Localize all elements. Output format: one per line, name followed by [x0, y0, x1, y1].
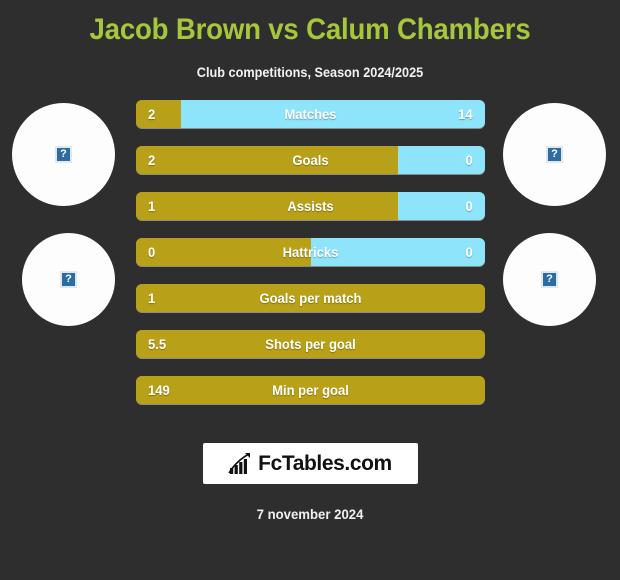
- page-footer: FcTables.com 7 november 2024: [0, 443, 620, 522]
- broken-image-icon: ?: [60, 271, 77, 288]
- stat-label: Assists: [287, 198, 334, 214]
- stat-label: Goals per match: [259, 290, 362, 306]
- stat-bar-row: 1 Assists 0: [136, 192, 485, 220]
- stat-label: Hattricks: [282, 244, 339, 260]
- broken-image-icon: ?: [541, 271, 558, 288]
- stat-bar-list: 2 Matches 14 2 Goals 0 1 Assists 0 0 Hattricks 0 1 Go…: [136, 100, 485, 422]
- stat-label: Goals: [292, 152, 329, 168]
- page-subtitle: Club competitions, Season 2024/2025: [196, 65, 424, 80]
- stat-value-away: 0: [465, 244, 473, 260]
- comparison-stage: ? ? ? ? 2 Matches 14 2 Goals 0 1 Assists 0 0 Hattr…: [0, 100, 620, 420]
- avatar-home-bottom: ?: [22, 233, 115, 326]
- stat-label: Shots per goal: [265, 336, 356, 352]
- avatar-home-top: ?: [12, 103, 115, 206]
- fctables-logo[interactable]: FcTables.com: [202, 443, 418, 484]
- stat-bar-row: 5.5 Shots per goal: [136, 330, 485, 358]
- stat-value-away: 0: [465, 152, 473, 168]
- stat-label: Matches: [284, 106, 337, 122]
- stat-value-away: 0: [465, 198, 473, 214]
- logo-text: FcTables.com: [258, 452, 392, 475]
- stat-bar-row: 2 Matches 14: [136, 100, 485, 128]
- stat-bar-row: 0 Hattricks 0: [136, 238, 485, 266]
- page-title: Jacob Brown vs Calum Chambers: [89, 13, 531, 46]
- bar-chart-icon: [228, 452, 251, 474]
- broken-image-icon: ?: [55, 146, 72, 163]
- stat-bar-row: 1 Goals per match: [136, 284, 485, 312]
- stat-bar-row: 149 Min per goal: [136, 376, 485, 404]
- broken-image-icon: ?: [546, 146, 563, 163]
- stat-value-away: 14: [458, 106, 473, 122]
- report-date: 7 november 2024: [256, 506, 364, 522]
- avatar-away-bottom: ?: [503, 233, 596, 326]
- page-header: Jacob Brown vs Calum Chambers Club compe…: [0, 0, 620, 80]
- stat-bar-row: 2 Goals 0: [136, 146, 485, 174]
- stat-label: Min per goal: [272, 382, 349, 398]
- avatar-away-top: ?: [503, 103, 606, 206]
